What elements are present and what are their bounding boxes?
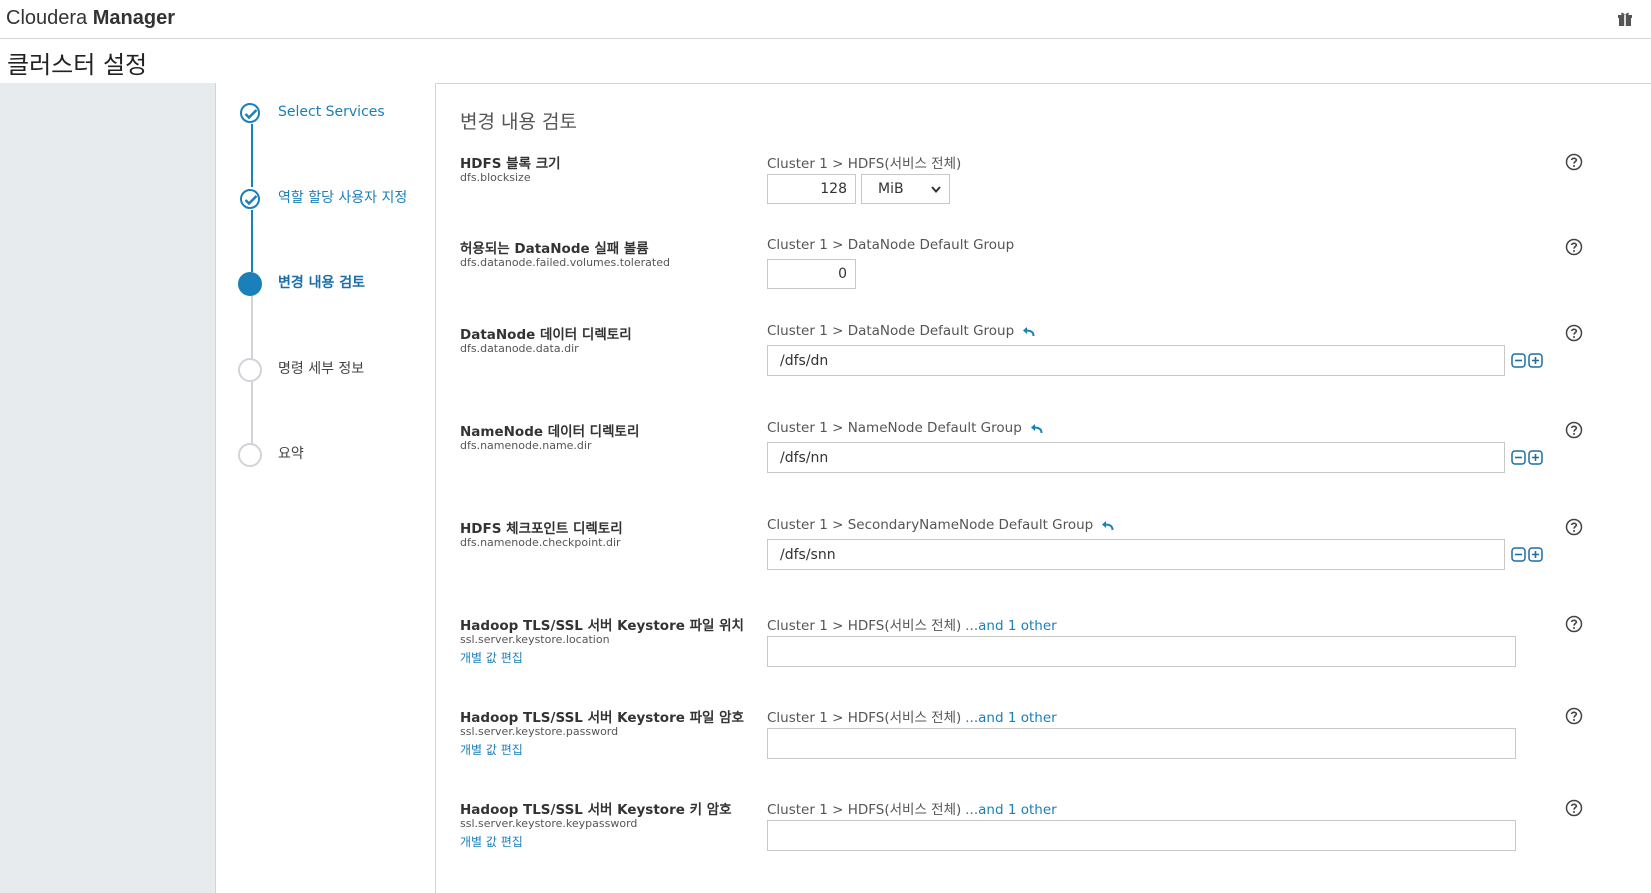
property-name: Hadoop TLS/SSL 서버 Keystore 파일 위치 xyxy=(460,618,744,634)
step-todo-circle xyxy=(238,443,262,467)
step-connector-4 xyxy=(251,381,253,445)
property-scope: Cluster 1 > HDFS(서비스 전체) ...and 1 other xyxy=(767,802,1057,818)
plus-square-icon[interactable] xyxy=(1528,353,1543,368)
edit-individual-values-link[interactable]: 개별 값 편집 xyxy=(460,741,523,758)
keystore-keypassword-input[interactable] xyxy=(767,820,1516,851)
question-circle-icon[interactable] xyxy=(1565,421,1583,439)
property-key: dfs.namenode.name.dir xyxy=(460,439,592,452)
review-panel: 변경 내용 검토 HDFS 블록 크기 dfs.blocksize Cluste… xyxy=(436,83,1651,893)
undo-arrow-icon[interactable] xyxy=(1022,326,1035,337)
property-key: dfs.datanode.failed.volumes.tolerated xyxy=(460,256,670,269)
chevron-down-icon xyxy=(931,186,941,193)
step-todo-circle xyxy=(238,358,262,382)
property-key: ssl.server.keystore.location xyxy=(460,633,610,646)
left-sidebar xyxy=(0,83,216,893)
namenode-dir-input[interactable]: /dfs/nn xyxy=(767,442,1505,473)
blocksize-unit-select[interactable]: MiB xyxy=(861,174,950,204)
question-circle-icon[interactable] xyxy=(1565,615,1583,633)
step-label: 역할 할당 사용자 지정 xyxy=(278,190,408,206)
step-done-circle xyxy=(240,189,260,209)
check-icon xyxy=(244,109,258,120)
keystore-password-input[interactable] xyxy=(767,728,1516,759)
property-scope: Cluster 1 > HDFS(서비스 전체) ...and 1 other xyxy=(767,618,1057,634)
property-scope: Cluster 1 > HDFS(서비스 전체) xyxy=(767,156,962,172)
keystore-location-input[interactable] xyxy=(767,636,1516,667)
step-connector-1 xyxy=(251,124,253,187)
question-circle-icon[interactable] xyxy=(1565,518,1583,536)
gift-icon[interactable] xyxy=(1617,11,1633,27)
property-key: ssl.server.keystore.keypassword xyxy=(460,817,638,830)
minus-square-icon[interactable] xyxy=(1511,547,1526,562)
step-connector-3 xyxy=(251,296,253,359)
step-connector-2 xyxy=(251,210,253,272)
and-other-link[interactable]: ...and 1 other xyxy=(965,802,1056,818)
property-name: NameNode 데이터 디렉토리 xyxy=(460,424,640,440)
minus-square-icon[interactable] xyxy=(1511,450,1526,465)
question-circle-icon[interactable] xyxy=(1565,707,1583,725)
property-key: dfs.namenode.checkpoint.dir xyxy=(460,536,621,549)
undo-arrow-icon[interactable] xyxy=(1030,423,1043,434)
failed-volumes-input[interactable]: 0 xyxy=(767,259,856,289)
property-name: DataNode 데이터 디렉토리 xyxy=(460,327,632,343)
property-name: Hadoop TLS/SSL 서버 Keystore 파일 암호 xyxy=(460,710,744,726)
property-key: dfs.blocksize xyxy=(460,171,531,184)
brand-bold: Manager xyxy=(92,7,175,29)
step-label: Select Services xyxy=(278,104,385,120)
edit-individual-values-link[interactable]: 개별 값 편집 xyxy=(460,833,523,850)
top-bar: Cloudera Manager xyxy=(0,0,1651,39)
checkpoint-dir-input[interactable]: /dfs/snn xyxy=(767,539,1505,570)
plus-square-icon[interactable] xyxy=(1528,450,1543,465)
page-title: 클러스터 설정 xyxy=(7,51,148,79)
and-other-link[interactable]: ...and 1 other xyxy=(965,710,1056,726)
question-circle-icon[interactable] xyxy=(1565,799,1583,817)
property-scope: Cluster 1 > DataNode Default Group xyxy=(767,323,1035,339)
property-name: HDFS 체크포인트 디렉토리 xyxy=(460,521,623,537)
check-icon xyxy=(244,195,258,206)
question-circle-icon[interactable] xyxy=(1565,324,1583,342)
plus-square-icon[interactable] xyxy=(1528,547,1543,562)
content-area: Select Services 역할 할당 사용자 지정 변경 내용 검토 명령… xyxy=(0,83,1651,893)
app-brand[interactable]: Cloudera Manager xyxy=(6,7,175,30)
property-key: dfs.datanode.data.dir xyxy=(460,342,579,355)
property-key: ssl.server.keystore.password xyxy=(460,725,619,738)
property-scope: Cluster 1 > DataNode Default Group xyxy=(767,237,1015,253)
blocksize-input[interactable]: 128 xyxy=(767,174,856,204)
property-scope: Cluster 1 > NameNode Default Group xyxy=(767,420,1043,436)
step-done-circle xyxy=(240,103,260,123)
step-label: 변경 내용 검토 xyxy=(278,275,366,291)
property-scope: Cluster 1 > HDFS(서비스 전체) ...and 1 other xyxy=(767,710,1057,726)
datanode-dir-input[interactable]: /dfs/dn xyxy=(767,345,1505,376)
step-label: 명령 세부 정보 xyxy=(278,361,365,377)
question-circle-icon[interactable] xyxy=(1565,238,1583,256)
wizard-steps: Select Services 역할 할당 사용자 지정 변경 내용 검토 명령… xyxy=(216,83,436,893)
property-name: HDFS 블록 크기 xyxy=(460,156,561,172)
question-circle-icon[interactable] xyxy=(1565,153,1583,171)
unit-value: MiB xyxy=(878,181,904,197)
brand-light: Cloudera xyxy=(6,7,88,29)
property-name: Hadoop TLS/SSL 서버 Keystore 키 암호 xyxy=(460,802,732,818)
undo-arrow-icon[interactable] xyxy=(1101,520,1114,531)
section-title: 변경 내용 검토 xyxy=(460,111,577,133)
step-label: 요약 xyxy=(278,446,304,462)
property-name: 허용되는 DataNode 실패 볼륨 xyxy=(460,241,649,257)
minus-square-icon[interactable] xyxy=(1511,353,1526,368)
page-header: 클러스터 설정 xyxy=(0,39,1651,84)
step-active-circle xyxy=(238,272,262,296)
and-other-link[interactable]: ...and 1 other xyxy=(965,618,1056,634)
property-scope: Cluster 1 > SecondaryNameNode Default Gr… xyxy=(767,517,1114,533)
edit-individual-values-link[interactable]: 개별 값 편집 xyxy=(460,649,523,666)
